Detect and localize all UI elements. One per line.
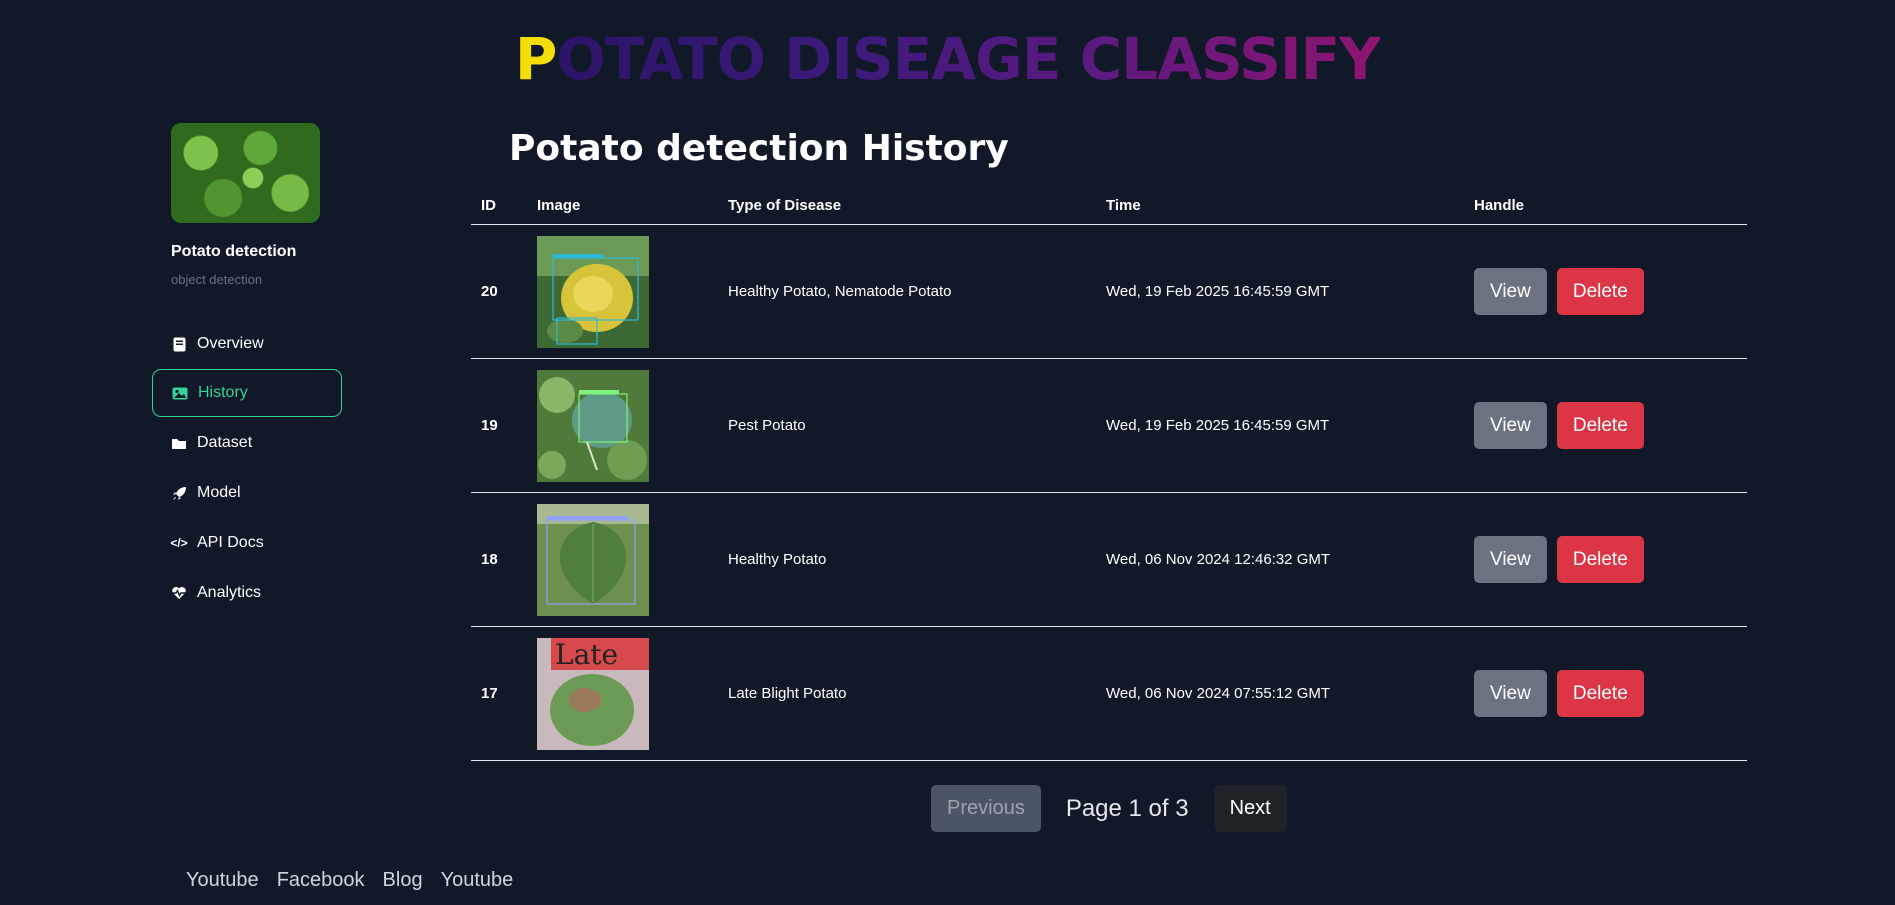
row-time: Wed, 06 Nov 2024 12:46:32 GMT <box>1096 492 1464 627</box>
column-header: Time <box>1096 186 1464 225</box>
sidebar-item-label: History <box>198 384 248 401</box>
page-title: Potato detection History <box>509 128 1009 169</box>
detection-thumbnail <box>537 369 649 482</box>
row-time: Wed, 19 Feb 2025 16:45:59 GMT <box>1096 224 1464 359</box>
table-row: 19 Pest Potato Wed, 19 Feb 2025 16:45:59… <box>471 358 1747 493</box>
sidebar-item-api-docs[interactable]: </> API Docs <box>152 519 342 567</box>
table-header-row: ID Image Type of Disease Time Handle <box>471 186 1747 225</box>
project-thumbnail <box>171 123 320 223</box>
previous-button[interactable]: Previous <box>931 785 1041 832</box>
column-header: Image <box>527 186 718 225</box>
view-button[interactable]: View <box>1474 402 1547 449</box>
footer-links: Youtube Facebook Blog Youtube <box>186 869 513 892</box>
next-button[interactable]: Next <box>1213 785 1287 832</box>
row-disease: Healthy Potato, Nematode Potato <box>718 224 1096 359</box>
detection-thumbnail <box>537 235 649 348</box>
row-actions: View Delete <box>1464 626 1747 761</box>
row-disease: Healthy Potato <box>718 492 1096 627</box>
row-image-cell: Late <box>527 626 718 761</box>
delete-button[interactable]: Delete <box>1556 536 1644 583</box>
table-row: 18 Healthy Potato Wed, 06 Nov 2024 12:46… <box>471 492 1747 627</box>
table-row: 20 Healthy Potato, Nematode Potato Wed, … <box>471 224 1747 359</box>
rocket-icon <box>171 485 187 501</box>
delete-button[interactable]: Delete <box>1556 402 1644 449</box>
sidebar-item-overview[interactable]: Overview <box>152 320 342 368</box>
view-button[interactable]: View <box>1474 670 1547 717</box>
row-id: 19 <box>471 358 527 493</box>
row-id: 17 <box>471 626 527 761</box>
thumbnail-label: Late <box>555 638 618 671</box>
delete-button[interactable]: Delete <box>1556 670 1644 717</box>
pagination: Previous Page 1 of 3 Next <box>931 785 1287 832</box>
book-icon <box>171 336 187 352</box>
sidebar-item-dataset[interactable]: Dataset <box>152 419 342 467</box>
history-table: ID Image Type of Disease Time Handle 20 <box>471 186 1747 761</box>
detection-thumbnail: Late <box>537 637 649 750</box>
sidebar-item-label: Model <box>197 484 241 501</box>
row-image-cell <box>527 492 718 627</box>
row-actions: View Delete <box>1464 224 1747 359</box>
row-actions: View Delete <box>1464 358 1747 493</box>
app-banner-title: POTATO DISEAGE CLASSIFY <box>0 20 1895 98</box>
footer-link-blog[interactable]: Blog <box>383 869 423 892</box>
project-subtitle: object detection <box>171 272 263 287</box>
footer-link-youtube-2[interactable]: Youtube <box>441 869 514 892</box>
view-button[interactable]: View <box>1474 268 1547 315</box>
table-row: 17 Late Late Blight Potato Wed, 06 Nov 2… <box>471 626 1747 761</box>
sidebar-item-label: Overview <box>197 335 264 352</box>
sidebar-item-history[interactable]: History <box>152 369 342 417</box>
sidebar-item-label: API Docs <box>197 534 264 551</box>
footer-link-youtube[interactable]: Youtube <box>186 869 259 892</box>
row-image-cell <box>527 358 718 493</box>
banner-first-letter: P <box>514 25 558 93</box>
code-icon: </> <box>170 536 188 550</box>
sidebar-item-label: Dataset <box>197 434 253 451</box>
row-time: Wed, 06 Nov 2024 07:55:12 GMT <box>1096 626 1464 761</box>
row-image-cell <box>527 224 718 359</box>
column-header: Type of Disease <box>718 186 1096 225</box>
detection-thumbnail <box>537 503 649 616</box>
folder-icon <box>171 435 187 451</box>
view-button[interactable]: View <box>1474 536 1547 583</box>
row-actions: View Delete <box>1464 492 1747 627</box>
row-disease: Pest Potato <box>718 358 1096 493</box>
row-time: Wed, 19 Feb 2025 16:45:59 GMT <box>1096 358 1464 493</box>
banner-rest: OTATO DISEAGE CLASSIFY <box>556 25 1381 93</box>
heart-pulse-icon <box>171 585 187 601</box>
footer-link-facebook[interactable]: Facebook <box>277 869 365 892</box>
project-title: Potato detection <box>171 243 297 260</box>
image-icon <box>172 385 188 401</box>
sidebar-item-analytics[interactable]: Analytics <box>152 569 342 617</box>
column-header: Handle <box>1464 186 1747 225</box>
row-disease: Late Blight Potato <box>718 626 1096 761</box>
column-header: ID <box>471 186 527 225</box>
row-id: 20 <box>471 224 527 359</box>
sidebar-item-model[interactable]: Model <box>152 469 342 517</box>
row-id: 18 <box>471 492 527 627</box>
sidebar-item-label: Analytics <box>197 584 262 601</box>
delete-button[interactable]: Delete <box>1556 268 1644 315</box>
page-indicator: Page 1 of 3 <box>1065 794 1189 822</box>
